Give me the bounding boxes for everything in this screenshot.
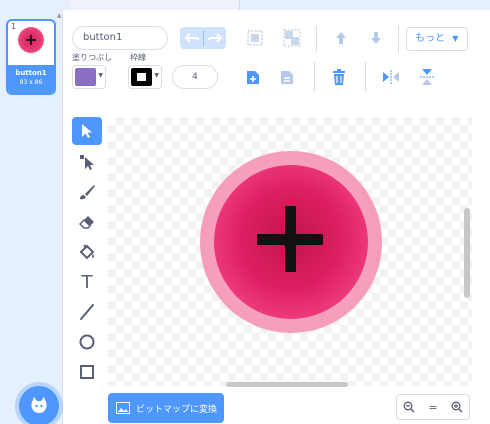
- undo-redo-group: [180, 27, 226, 49]
- eraser-icon: [79, 216, 94, 229]
- fill-label: 塗りつぶし: [72, 53, 113, 62]
- ungroup-icon: [283, 29, 301, 47]
- tool-line[interactable]: [72, 298, 102, 326]
- undo-button[interactable]: [182, 29, 202, 47]
- text-icon: T: [81, 271, 93, 293]
- convert-to-bitmap-button[interactable]: ビットマップに変換: [108, 393, 224, 423]
- flip-vertical-button[interactable]: [416, 66, 438, 88]
- ungroup-button[interactable]: [281, 27, 303, 49]
- undo-icon: [185, 33, 199, 43]
- tool-circle[interactable]: [72, 328, 102, 356]
- arrow-icon: [82, 124, 92, 138]
- delete-button[interactable]: [328, 66, 350, 88]
- tool-eraser[interactable]: [72, 208, 102, 236]
- tool-reshape[interactable]: [72, 148, 102, 176]
- rectangle-icon: [80, 365, 94, 379]
- caret-down-icon: ▼: [98, 72, 103, 79]
- separator: [365, 62, 366, 92]
- arrow-down-icon: [371, 32, 381, 44]
- bucket-icon: [79, 244, 95, 260]
- more-label: もっと: [415, 33, 445, 44]
- redo-button[interactable]: [205, 29, 225, 47]
- copy-button[interactable]: [242, 66, 264, 88]
- costume-list: ▲ 1 + button1 83 x 86: [0, 10, 63, 424]
- horizontal-scrollbar[interactable]: [226, 382, 348, 387]
- zoom-in-icon: [451, 401, 463, 413]
- vertical-scrollbar[interactable]: [464, 208, 470, 298]
- tool-select[interactable]: [72, 117, 102, 145]
- group-icon: [247, 30, 263, 46]
- separator: [398, 26, 399, 52]
- paste-button[interactable]: [276, 66, 298, 88]
- brush-icon: [80, 185, 95, 200]
- button-inner-circle: [214, 165, 368, 319]
- costume-item[interactable]: 1 + button1 83 x 86: [6, 19, 56, 95]
- costume-button-graphic[interactable]: [200, 151, 382, 333]
- outline-swatch: [131, 68, 152, 86]
- zoom-in-button[interactable]: [445, 395, 469, 419]
- separator: [316, 26, 317, 52]
- cat-icon: [31, 397, 47, 413]
- image-icon: [116, 402, 130, 414]
- flip-horizontal-button[interactable]: [380, 66, 402, 88]
- paste-icon: [281, 71, 293, 84]
- line-icon: [80, 304, 94, 320]
- costume-name-input[interactable]: button1: [72, 26, 168, 50]
- costume-size: 83 x 86: [19, 79, 43, 86]
- group-button[interactable]: [244, 27, 266, 49]
- convert-label: ビットマップに変換: [136, 404, 218, 415]
- trash-icon: [333, 69, 345, 85]
- zoom-out-button[interactable]: [397, 395, 421, 419]
- tab-edge: [70, 0, 240, 10]
- fill-color-picker[interactable]: ▼: [72, 65, 106, 89]
- scroll-up-icon[interactable]: ▲: [57, 12, 62, 19]
- costume-number: 1: [11, 22, 17, 31]
- circle-icon: [79, 334, 95, 350]
- arrow-up-icon: [336, 32, 346, 44]
- tool-rectangle[interactable]: [72, 358, 102, 386]
- add-costume-button[interactable]: [19, 386, 59, 424]
- top-strip: [0, 0, 490, 10]
- outline-label: 枠線: [130, 53, 146, 62]
- paint-canvas[interactable]: [108, 117, 472, 386]
- zoom-out-icon: [403, 401, 415, 413]
- tool-text[interactable]: T: [72, 268, 102, 296]
- costume-name: button1: [15, 69, 47, 77]
- copy-icon: [247, 71, 259, 84]
- outline-width-input[interactable]: 4: [172, 65, 218, 89]
- zoom-controls: =: [396, 394, 470, 420]
- zoom-reset-button[interactable]: =: [421, 395, 445, 419]
- more-button[interactable]: もっと ▼: [406, 27, 468, 51]
- forward-button[interactable]: [330, 27, 352, 49]
- tool-fill[interactable]: [72, 238, 102, 266]
- zoom-reset-label: =: [428, 400, 438, 414]
- backward-button[interactable]: [365, 27, 387, 49]
- outline-color-picker[interactable]: ▼: [128, 65, 162, 89]
- tool-palette: T: [70, 115, 106, 395]
- tool-brush[interactable]: [72, 178, 102, 206]
- separator: [314, 62, 315, 92]
- reshape-icon: [80, 155, 94, 170]
- fill-swatch: [75, 68, 96, 86]
- caret-down-icon: ▼: [452, 34, 459, 43]
- flip-horizontal-icon: [383, 70, 399, 84]
- redo-icon: [208, 33, 222, 43]
- flip-vertical-icon: [420, 69, 434, 85]
- costume-label-box: button1 83 x 86: [8, 65, 54, 93]
- plus-icon-vertical: [285, 206, 296, 272]
- separator: [203, 30, 204, 46]
- caret-down-icon: ▼: [154, 72, 159, 79]
- costume-thumbnail: +: [18, 27, 44, 53]
